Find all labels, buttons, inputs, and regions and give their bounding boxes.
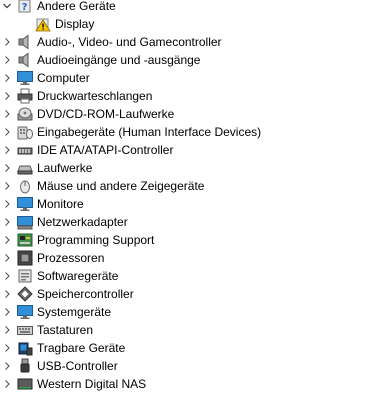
tree-item-monitore[interactable]: Monitore: [0, 195, 392, 213]
tree-item-label: DVD/CD-ROM-Laufwerke: [37, 107, 175, 121]
tree-item-label: USB-Controller: [37, 359, 118, 373]
unknown-device-icon: ?: [17, 0, 33, 14]
tree-item-andere-geraete[interactable]: ? Andere Geräte: [0, 0, 392, 15]
usb-icon: [17, 358, 33, 374]
chevron-right-icon[interactable]: [1, 357, 13, 375]
tree-item-label: Mäuse und andere Zeigegeräte: [37, 179, 205, 193]
software-device-icon: [17, 268, 33, 284]
chevron-right-icon[interactable]: [1, 159, 13, 177]
nas-icon: [17, 376, 33, 392]
chevron-right-icon[interactable]: [1, 321, 13, 339]
tree-item-label: Prozessoren: [37, 251, 105, 265]
tree-item-ide-ata-atapi[interactable]: IDE ATA/ATAPI-Controller: [0, 141, 392, 159]
monitor-icon: [17, 70, 33, 86]
tree-item-display[interactable]: Display: [0, 15, 392, 33]
chevron-right-icon[interactable]: [1, 33, 13, 51]
chevron-right-icon[interactable]: [1, 123, 13, 141]
tree-item-prozessoren[interactable]: Prozessoren: [0, 249, 392, 267]
tree-item-label: Programming Support: [37, 233, 155, 247]
tree-item-label: Softwaregeräte: [37, 269, 119, 283]
tree-item-label: Tragbare Geräte: [37, 341, 126, 355]
tree-item-tragbare-geraete[interactable]: Tragbare Geräte: [0, 339, 392, 357]
printer-icon: [17, 88, 33, 104]
tree-item-label: Western Digital NAS: [37, 377, 147, 391]
chevron-right-icon[interactable]: [1, 375, 13, 393]
tree-item-computer[interactable]: Computer: [0, 69, 392, 87]
tree-item-laufwerke[interactable]: Laufwerke: [0, 159, 392, 177]
tree-item-tastaturen[interactable]: Tastaturen: [0, 321, 392, 339]
chevron-right-icon[interactable]: [1, 51, 13, 69]
tree-item-label: IDE ATA/ATAPI-Controller: [37, 143, 174, 157]
tree-item-eingabegeraete[interactable]: Eingabegeräte (Human Interface Devices): [0, 123, 392, 141]
tree-item-label: Laufwerke: [37, 161, 93, 175]
speaker-icon: [17, 52, 33, 68]
monitor-icon: [17, 196, 33, 212]
chevron-right-icon[interactable]: [1, 339, 13, 357]
chevron-right-icon[interactable]: [1, 195, 13, 213]
chevron-right-icon[interactable]: [1, 267, 13, 285]
tree-item-maeuse[interactable]: Mäuse und andere Zeigegeräte: [0, 177, 392, 195]
tree-item-label: Systemgeräte: [37, 305, 112, 319]
tree-item-label: Druckwarteschlangen: [37, 89, 153, 103]
tree-item-softwaregeraete[interactable]: Softwaregeräte: [0, 267, 392, 285]
chevron-right-icon[interactable]: [1, 141, 13, 159]
tree-item-dvd-cd-rom[interactable]: DVD/CD-ROM-Laufwerke: [0, 105, 392, 123]
ide-controller-icon: [17, 142, 33, 158]
hid-icon: [17, 124, 33, 140]
storage-controller-icon: [17, 286, 33, 302]
tree-item-programming-support[interactable]: Programming Support: [0, 231, 392, 249]
portable-device-icon: [17, 340, 33, 356]
tree-item-label: Computer: [37, 71, 90, 85]
chevron-down-icon[interactable]: [1, 0, 13, 15]
speaker-icon: [17, 34, 33, 50]
chevron-right-icon[interactable]: [1, 213, 13, 231]
tree-item-label: Audio-, Video- und Gamecontroller: [37, 35, 222, 49]
chevron-right-icon[interactable]: [1, 177, 13, 195]
chevron-right-icon[interactable]: [1, 87, 13, 105]
processor-icon: [17, 250, 33, 266]
chip-board-icon: [17, 232, 33, 248]
tree-item-audioeingaenge[interactable]: Audioeingänge und -ausgänge: [0, 51, 392, 69]
tree-item-western-digital-nas[interactable]: Western Digital NAS: [0, 375, 392, 393]
tree-item-usb-controller[interactable]: USB-Controller: [0, 357, 392, 375]
tree-item-audio-video-gamecontroller[interactable]: Audio-, Video- und Gamecontroller: [0, 33, 392, 51]
svg-text:?: ?: [22, 2, 28, 13]
warning-device-icon: [35, 16, 51, 32]
chevron-right-icon[interactable]: [1, 105, 13, 123]
tree-item-label: Audioeingänge und -ausgänge: [37, 53, 201, 67]
chevron-right-icon[interactable]: [1, 231, 13, 249]
tree-item-netzwerkadapter[interactable]: Netzwerkadapter: [0, 213, 392, 231]
device-tree: ? Andere Geräte Display Audio-, Video- u…: [0, 0, 392, 412]
system-device-icon: [17, 304, 33, 320]
tree-item-druckwarteschlangen[interactable]: Druckwarteschlangen: [0, 87, 392, 105]
tree-item-label: Netzwerkadapter: [37, 215, 128, 229]
keyboard-icon: [17, 322, 33, 338]
tree-item-label: Display: [55, 17, 95, 31]
tree-item-systemgeraete[interactable]: Systemgeräte: [0, 303, 392, 321]
chevron-right-icon[interactable]: [1, 303, 13, 321]
disc-drive-icon: [17, 106, 33, 122]
chevron-right-icon[interactable]: [1, 285, 13, 303]
mouse-icon: [17, 178, 33, 194]
tree-item-label: Andere Geräte: [37, 0, 116, 13]
tree-item-speichercontroller[interactable]: Speichercontroller: [0, 285, 392, 303]
tree-item-label: Speichercontroller: [37, 287, 134, 301]
chevron-right-icon[interactable]: [1, 69, 13, 87]
hard-drive-icon: [17, 160, 33, 176]
tree-item-label: Monitore: [37, 197, 84, 211]
network-adapter-icon: [17, 214, 33, 230]
tree-item-label: Eingabegeräte (Human Interface Devices): [37, 125, 262, 139]
tree-item-label: Tastaturen: [37, 323, 94, 337]
chevron-right-icon[interactable]: [1, 249, 13, 267]
